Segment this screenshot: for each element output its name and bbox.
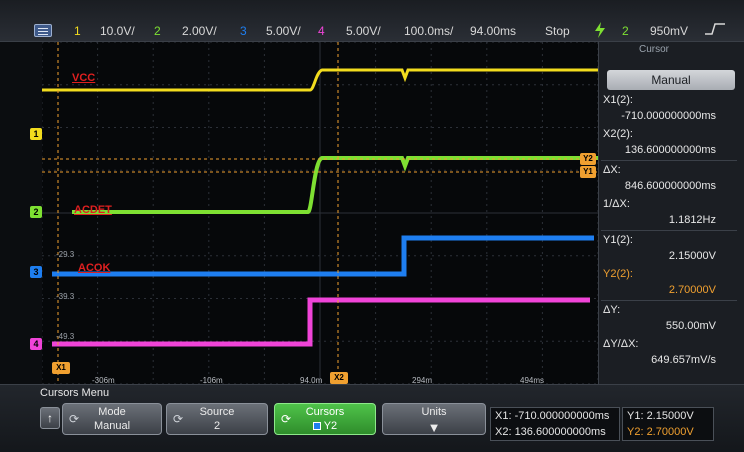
mode-softkey-label: Mode	[98, 406, 126, 418]
ch2-scale[interactable]: 2.00V/	[182, 24, 217, 38]
delay[interactable]: 94.00ms	[470, 24, 516, 38]
softkey-menu: Cursors Menu ↑ ⟳ Mode Manual ⟳ Source 2 …	[0, 384, 744, 452]
readout-x1: X1: -710.000000000ms	[495, 410, 610, 422]
readout-y2: Y2: 2.70000V	[627, 426, 694, 438]
acdet-label: ACDET	[74, 204, 112, 216]
scale-label-1: -29.3	[56, 250, 75, 259]
up-arrow-icon: ↑	[47, 411, 53, 425]
y2-value: 2.70000V	[668, 284, 716, 296]
waveform-display[interactable]	[42, 42, 598, 384]
cursors-softkey-value: Y2	[275, 420, 375, 432]
delta-x-label: ΔX:	[603, 164, 621, 176]
delta-x-value: 846.600000000ms	[624, 180, 716, 192]
y2-cursor-tag[interactable]: Y2	[580, 153, 596, 165]
separator	[601, 300, 737, 301]
readout-x2: X2: 136.600000000ms	[495, 426, 606, 438]
dy-dx-value: 649.657mV/s	[651, 354, 716, 366]
waveform-svg	[42, 42, 598, 384]
timebase[interactable]: 100.0ms/	[404, 24, 453, 38]
x-cursor-readout: X1: -710.000000000ms X2: 136.600000000ms	[490, 407, 620, 441]
run-state: Stop	[545, 24, 570, 38]
y1-cursor-tag[interactable]: Y1	[580, 166, 596, 178]
y-cursor-readout: Y1: 2.15000V Y2: 2.70000V	[622, 407, 714, 441]
y2-checkbox-icon	[312, 422, 321, 431]
menu-title: Cursors Menu	[40, 387, 110, 399]
menu-icon[interactable]	[34, 24, 52, 37]
y1-value: 2.15000V	[668, 250, 716, 262]
source-softkey-value: 2	[213, 420, 221, 432]
x2-label: X2(2):	[603, 128, 633, 140]
vcc-label: VCC	[72, 72, 96, 84]
ch3-scale[interactable]: 5.00V/	[266, 24, 301, 38]
ch1-number: 1	[74, 24, 81, 38]
readout-y1: Y1: 2.15000V	[627, 410, 694, 422]
inv-delta-x-label: 1/ΔX:	[603, 198, 630, 210]
separator	[601, 230, 737, 231]
separator	[601, 160, 737, 161]
lightning-icon	[595, 22, 605, 38]
y2-label: Y2(2):	[603, 268, 633, 280]
up-arrow-button[interactable]: ↑	[40, 407, 60, 429]
ch1-scale[interactable]: 10.0V/	[100, 24, 135, 38]
cursors-softkey-label: Cursors	[305, 406, 345, 418]
x1-value: -710.000000000ms	[621, 110, 716, 122]
dy-dx-label: ΔY/ΔX:	[603, 338, 639, 350]
ch4-ground-marker[interactable]: 4	[30, 338, 42, 350]
ch2-acdet-trace	[72, 156, 598, 214]
scale-label-2: -39.3	[56, 292, 75, 301]
inv-delta-x-value: 1.1812Hz	[668, 214, 716, 226]
cursor-panel-title: Cursor	[639, 44, 670, 55]
ch3-number: 3	[240, 24, 247, 38]
cursors-softkey[interactable]: ⟳ Cursors Y2	[274, 403, 376, 435]
ch3-ground-marker[interactable]: 3	[30, 266, 42, 278]
source-softkey[interactable]: ⟳ Source 2	[166, 403, 268, 435]
scale-label-3: -49.3	[56, 332, 75, 341]
ch2-number: 2	[154, 24, 161, 38]
ch2-ground-marker[interactable]: 2	[30, 206, 42, 218]
acok-label: ACOK	[78, 262, 111, 274]
trigger-level[interactable]: 950mV	[650, 24, 688, 38]
ch4-number: 4	[318, 24, 325, 38]
ch1-ground-marker[interactable]: 1	[30, 128, 42, 140]
trigger-source: 2	[622, 24, 629, 38]
cursors-selected-value: Y2	[323, 420, 338, 432]
x1-label: X1(2):	[603, 94, 633, 106]
delta-y-label: ΔY:	[603, 304, 621, 316]
trigger-edge-icon	[705, 23, 725, 35]
status-bar: 1 10.0V/ 2 2.00V/ 3 5.00V/ 4 5.00V/ 100.…	[0, 0, 744, 42]
mode-softkey[interactable]: ⟳ Mode Manual	[62, 403, 162, 435]
source-softkey-label: Source	[199, 406, 235, 418]
mode-softkey-value: Manual	[93, 420, 131, 432]
units-softkey-label: Units	[421, 406, 447, 418]
x1-cursor-tag[interactable]: X1	[52, 362, 70, 374]
down-arrow-icon: ▼	[427, 420, 441, 435]
units-softkey[interactable]: Units ▼	[382, 403, 486, 435]
ch4-scale[interactable]: 5.00V/	[346, 24, 381, 38]
cursor-mode-display[interactable]: Manual	[607, 70, 735, 90]
ch4-trace	[52, 297, 590, 347]
delta-y-value: 550.00mV	[665, 320, 716, 332]
y1-label: Y1(2):	[603, 234, 633, 246]
x2-cursor-tag[interactable]: X2	[330, 372, 348, 384]
cursor-panel: Cursor Manual X1(2): -710.000000000ms X2…	[598, 42, 744, 384]
x2-value: 136.600000000ms	[624, 144, 716, 156]
